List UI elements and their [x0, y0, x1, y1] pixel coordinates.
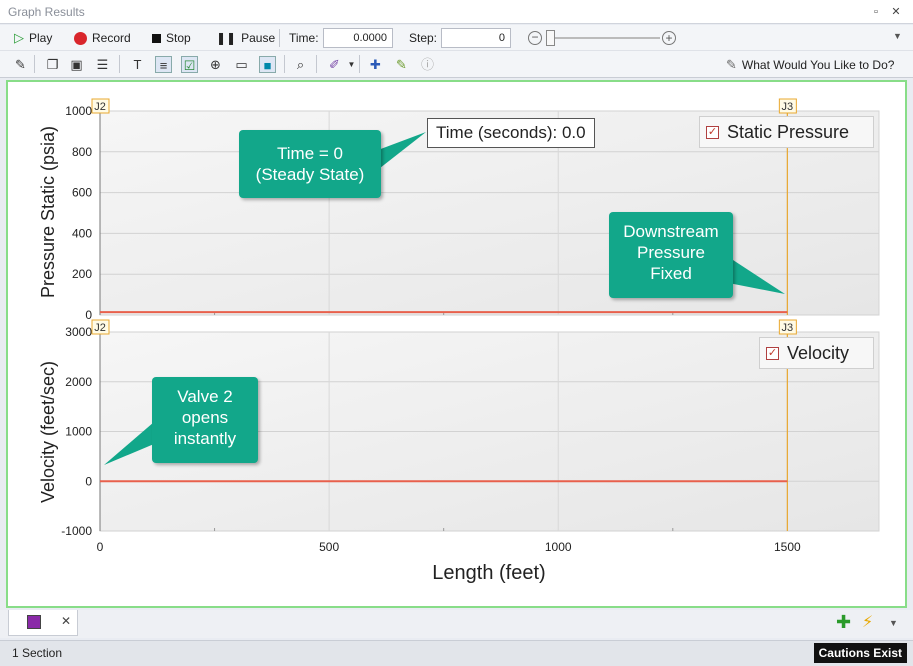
step-slider-thumb[interactable] [546, 30, 555, 46]
ruler-icon[interactable]: ▭ [233, 56, 250, 73]
record-button[interactable]: Record [74, 29, 131, 47]
separator [34, 55, 35, 73]
junction-marker-label: J2 [94, 322, 106, 334]
x-tick-label: 0 [97, 540, 104, 554]
window-titlebar: Graph Results ▫ ✕ [0, 0, 913, 24]
stop-icon [152, 33, 161, 43]
y-tick-label: 0 [85, 474, 92, 488]
x-tick-label: 1000 [545, 540, 572, 554]
window-title: Graph Results [8, 5, 85, 19]
copy-icon[interactable]: ❐ [44, 56, 61, 73]
info-icon[interactable]: ⓘ [419, 56, 436, 73]
y-tick-label: 0 [85, 308, 92, 322]
checkbox-checked-icon[interactable]: ✓ [706, 125, 719, 139]
graph-toolbar: ✎ ❐ ▣ ☰ T ≡ ☑ ⊕ ▭ ■ ⌕ ✐ ▼ ✚ ✎ ⓘ ✎ What W… [0, 51, 913, 78]
junction-marker-label: J2 [94, 101, 106, 113]
callout-time-zero: Time = 0 (Steady State) [239, 130, 381, 198]
y-tick-label: 1000 [65, 425, 92, 439]
x-axis-label: Length (feet) [432, 562, 545, 584]
toolbar-overflow-icon[interactable]: ▼ [893, 31, 902, 41]
callout-valve-opens: Valve 2 opens instantly [152, 377, 258, 463]
checkbox-icon[interactable]: ☑ [181, 56, 198, 73]
x-tick-label: 1500 [774, 540, 801, 554]
tab-overflow-icon[interactable]: ▼ [889, 618, 898, 628]
zoom-in-icon[interactable]: + [662, 31, 676, 45]
step-input[interactable]: 0 [441, 28, 511, 48]
y-axis-label: Pressure Static (psia) [38, 126, 58, 298]
graph-area: 0 200 400 600 800 1000 Pressure Static (psia) J… [6, 80, 907, 608]
record-icon [74, 31, 87, 45]
stop-button[interactable]: Stop [152, 29, 191, 47]
y-tick-label: 3000 [65, 325, 92, 339]
help-button[interactable]: ✎ What Would You Like to Do? [726, 56, 894, 74]
legend-velocity[interactable]: ✓ Velocity [759, 337, 874, 369]
crosshair-icon[interactable]: ⊕ [207, 56, 224, 73]
add-tab-icon[interactable]: ✚ [836, 612, 851, 633]
junction-marker-label: J3 [782, 101, 794, 113]
separator [279, 29, 280, 47]
step-label: Step: [409, 31, 438, 45]
checkbox-checked-icon[interactable]: ✓ [766, 346, 779, 360]
play-button[interactable]: ▷ Play [14, 29, 52, 47]
chevron-down-icon[interactable]: ▼ [343, 56, 360, 73]
pause-button[interactable]: ❚❚ Pause [216, 29, 275, 47]
legend-static-pressure[interactable]: ✓ Static Pressure [699, 116, 874, 148]
restore-icon[interactable]: ▫ [868, 4, 884, 20]
legend-icon[interactable]: ≡ [155, 56, 172, 73]
add-series-icon[interactable]: ✚ [367, 56, 384, 73]
pencil-icon[interactable]: ✎ [393, 56, 410, 73]
y-tick-label: 600 [72, 186, 92, 200]
y-tick-label: -1000 [61, 524, 92, 538]
time-label: Time: [289, 31, 319, 45]
junction-marker-label: J3 [782, 322, 794, 334]
y-tick-label: 2000 [65, 375, 92, 389]
x-tick-label: 500 [319, 540, 339, 554]
step-slider-track[interactable] [546, 37, 660, 39]
text-annotation-icon[interactable]: T [129, 56, 146, 73]
edit-graph-icon[interactable]: ✎ [12, 56, 29, 73]
graph-tabbar: ✕ ✚ ⚡ ▼ [0, 610, 913, 638]
y-tick-label: 800 [72, 145, 92, 159]
graph-tab-icon [27, 615, 41, 629]
export-image-icon[interactable]: ▣ [68, 56, 85, 73]
pause-icon: ❚❚ [216, 31, 237, 45]
separator [359, 55, 360, 73]
cautions-badge[interactable]: Cautions Exist [813, 643, 907, 663]
data-table-icon[interactable]: ☰ [94, 56, 111, 73]
graph-tab[interactable]: ✕ [8, 610, 78, 636]
help-icon: ✎ [726, 57, 737, 72]
zoom-out-icon[interactable]: − [528, 31, 542, 45]
close-tab-icon[interactable]: ✕ [61, 614, 71, 628]
magnifier-icon[interactable]: ⌕ [292, 56, 309, 73]
lightning-icon[interactable]: ⚡ [862, 612, 873, 632]
time-input[interactable]: 0.0000 [323, 28, 393, 48]
y-tick-label: 200 [72, 267, 92, 281]
line-style-icon[interactable]: ✐ [326, 56, 343, 73]
fill-icon[interactable]: ■ [259, 56, 276, 73]
separator [316, 55, 317, 73]
play-icon: ▷ [14, 30, 24, 45]
separator [119, 55, 120, 73]
time-seconds-label: Time (seconds): 0.0 [427, 118, 595, 148]
close-icon[interactable]: ✕ [888, 4, 904, 20]
separator [284, 55, 285, 73]
y-tick-label: 400 [72, 226, 92, 240]
playback-toolbar: ▷ Play Record Stop ❚❚ Pause Time: 0.0000… [0, 25, 913, 51]
callout-downstream-pressure: Downstream Pressure Fixed [609, 212, 733, 298]
section-count: 1 Section [12, 646, 63, 660]
y-axis-label: Velocity (feet/sec) [38, 361, 58, 503]
statusbar: 1 Section Cautions Exist [0, 640, 913, 666]
y-tick-label: 1000 [65, 104, 92, 118]
